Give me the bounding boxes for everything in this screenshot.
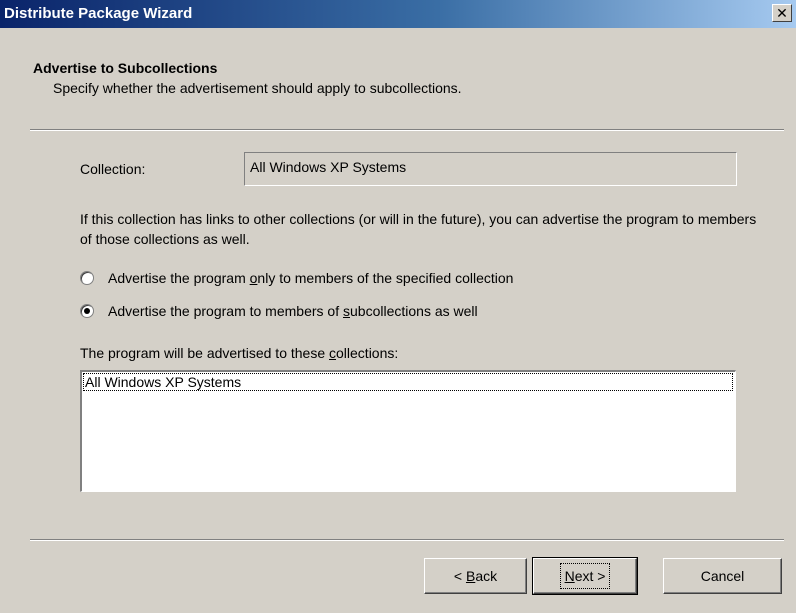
collection-field: All Windows XP Systems [244,152,737,186]
radio-subcollections-label: Advertise the program to members of subc… [108,303,478,319]
close-button[interactable]: ✕ [772,4,792,22]
close-icon: ✕ [776,5,788,21]
page-title: Advertise to Subcollections [33,60,218,76]
radio-subcollections-button[interactable] [80,304,94,318]
title-bar: Distribute Package Wizard ✕ [0,0,796,28]
collections-listbox[interactable]: All Windows XP Systems [80,370,736,492]
description-text: If this collection has links to other co… [80,211,757,247]
footer-divider [30,539,784,541]
collections-list-label: The program will be advertised to these … [80,345,399,361]
window-title: Distribute Package Wizard [4,5,193,22]
radio-only-specified[interactable]: Advertise the program only to members of… [80,270,513,286]
radio-only-specified-label: Advertise the program only to members of… [108,270,514,286]
header-divider [30,129,784,131]
back-button[interactable]: < Back [424,558,527,594]
cancel-button-label: Cancel [700,568,745,584]
back-button-label: < Back [453,568,498,584]
collection-label: Collection: [80,161,146,177]
list-item[interactable]: All Windows XP Systems [83,373,733,391]
next-button-label: Next > [559,563,611,589]
page-subtitle: Specify whether the advertisement should… [53,80,462,96]
cancel-button[interactable]: Cancel [663,558,782,594]
radio-only-specified-button[interactable] [80,271,94,285]
radio-subcollections[interactable]: Advertise the program to members of subc… [80,303,478,319]
next-button[interactable]: Next > [532,557,638,595]
